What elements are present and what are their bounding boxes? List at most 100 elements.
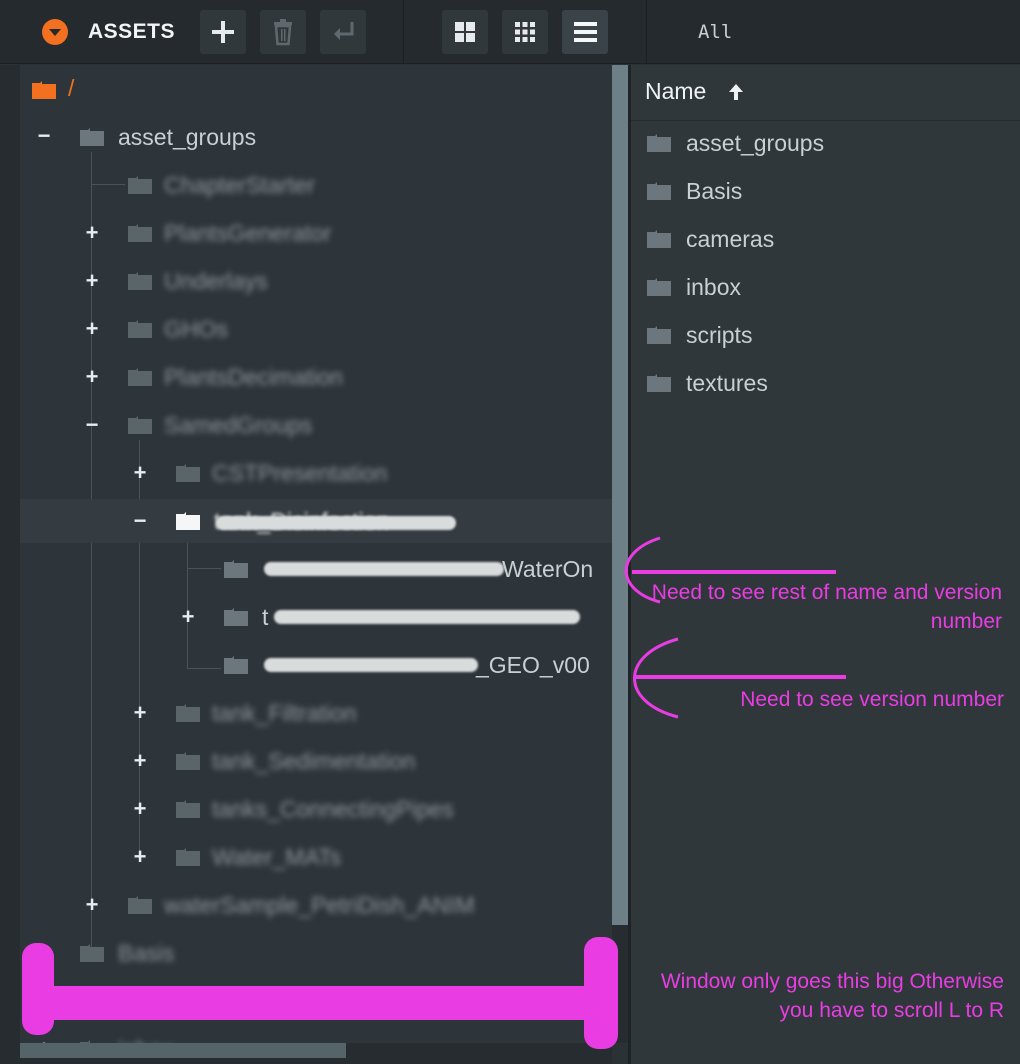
toolbar: ASSETS All xyxy=(0,0,1020,64)
asset-list-panel: Name asset_groups Basis cameras inbox sc… xyxy=(631,65,1020,1064)
list-item-label: cameras xyxy=(686,226,775,252)
list-item[interactable]: asset_groups xyxy=(631,121,1020,165)
redaction-mark xyxy=(264,562,504,576)
tree-node[interactable]: _GEO_v00 xyxy=(20,643,612,687)
list-item-label: inbox xyxy=(686,274,741,300)
tree-node[interactable]: − SamedGroups xyxy=(20,403,612,447)
tree-node[interactable]: + inbox xyxy=(20,1027,612,1043)
tree-node[interactable]: + tank_Sedimentation xyxy=(20,739,612,783)
annotation-note-2: Need to see version number xyxy=(740,688,1004,711)
left-gutter xyxy=(0,65,20,1064)
collapse-icon[interactable]: − xyxy=(36,125,52,147)
folder-icon xyxy=(128,368,152,386)
list-item-label: asset_groups xyxy=(686,130,825,156)
small-grid-view-button[interactable] xyxy=(502,10,548,54)
tree-node-label: Basis xyxy=(118,940,175,966)
tree-node-label: GHOs xyxy=(164,316,228,342)
tree-vertical-scroll-track[interactable] xyxy=(612,925,628,1043)
expand-icon[interactable]: + xyxy=(132,702,148,724)
list-item-label: Basis xyxy=(686,178,743,204)
delete-button[interactable] xyxy=(260,10,306,54)
expand-icon[interactable]: + xyxy=(180,606,196,628)
annotation-note-1: Need to see rest of name and version num… xyxy=(651,581,1002,633)
expand-icon[interactable]: + xyxy=(132,750,148,772)
tree-node[interactable]: + GHOs xyxy=(20,307,612,351)
tree-node[interactable]: WaterOn xyxy=(20,547,612,591)
tree-node-label: tanks_ConnectingPipes xyxy=(212,796,454,822)
name-column-header[interactable]: Name xyxy=(645,78,706,105)
list-item[interactable]: Basis xyxy=(631,169,1020,213)
expand-icon[interactable]: + xyxy=(132,798,148,820)
expand-icon[interactable]: + xyxy=(132,462,148,484)
return-button[interactable] xyxy=(320,10,366,54)
expand-icon[interactable]: + xyxy=(84,366,100,388)
list-view-button[interactable] xyxy=(562,10,608,54)
folder-icon xyxy=(176,464,200,482)
tree-node-label: tank_Filtration xyxy=(212,700,357,726)
tree-node[interactable]: ChapterStarter xyxy=(20,163,612,207)
list-item-label: textures xyxy=(686,370,768,396)
folder-icon xyxy=(176,752,200,770)
tree-node[interactable]: + PlantsDecimation xyxy=(20,355,612,399)
folder-icon xyxy=(128,272,152,290)
expand-icon[interactable]: + xyxy=(84,894,100,916)
redaction-mark xyxy=(216,516,456,530)
tree-node[interactable]: + PlantsGenerator xyxy=(20,211,612,255)
tree-vertical-scrollbar[interactable] xyxy=(612,65,628,925)
add-icon xyxy=(212,21,234,43)
folder-tree: / − asset_groups ChapterStarter + Plants… xyxy=(20,65,612,1043)
tree-node[interactable]: + tanks_ConnectingPipes xyxy=(20,787,612,831)
tree-horizontal-scrollbar[interactable] xyxy=(20,1043,346,1058)
folder-icon xyxy=(176,800,200,818)
folder-icon xyxy=(176,704,200,722)
folder-icon xyxy=(224,656,248,674)
add-button[interactable] xyxy=(200,10,246,54)
large-grid-view-button[interactable] xyxy=(442,10,488,54)
small-grid-icon xyxy=(515,22,535,42)
tree-node[interactable]: Basis xyxy=(20,931,612,975)
expand-icon[interactable]: + xyxy=(84,318,100,340)
folder-icon xyxy=(80,944,104,962)
list-item[interactable]: inbox xyxy=(631,265,1020,309)
tree-node[interactable]: + tank_Filtration xyxy=(20,691,612,735)
folder-icon xyxy=(224,560,248,578)
tree-node-asset-groups[interactable]: − asset_groups xyxy=(20,115,612,159)
tree-node-label: SamedGroups xyxy=(164,412,313,438)
tree-node[interactable]: + Water_MATs xyxy=(20,835,612,879)
list-item[interactable]: textures xyxy=(631,361,1020,405)
folder-icon xyxy=(647,278,671,296)
tree-node-label: inbox xyxy=(118,1035,173,1043)
tree-node-label: Underlays xyxy=(164,268,268,294)
expand-icon[interactable]: + xyxy=(84,270,100,292)
expand-icon[interactable]: + xyxy=(84,222,100,244)
tree-node[interactable]: + CSTPresentation xyxy=(20,451,612,495)
annotation-note-3: Window only goes this big Otherwise you … xyxy=(660,970,1004,1022)
list-item[interactable]: scripts xyxy=(631,313,1020,357)
collapse-icon[interactable]: − xyxy=(84,414,100,436)
filter-all[interactable]: All xyxy=(698,21,732,43)
folder-icon xyxy=(32,81,56,99)
tree-node[interactable]: + waterSample_PetriDish_ANIM xyxy=(20,883,612,927)
assets-menu-dropdown-icon[interactable] xyxy=(42,19,68,45)
collapse-icon[interactable]: − xyxy=(132,510,148,532)
tree-node-selected[interactable]: − tank_Disinfection xyxy=(20,499,612,543)
tree-root[interactable]: / xyxy=(20,67,612,111)
tree-node-label: waterSample_PetriDish_ANIM xyxy=(164,892,475,918)
list-item[interactable]: cameras xyxy=(631,217,1020,261)
tree-node-label: _GEO_v00 xyxy=(476,652,590,678)
panel-title: ASSETS xyxy=(88,20,176,43)
expand-icon[interactable]: + xyxy=(132,846,148,868)
folder-icon xyxy=(647,326,671,344)
folder-icon xyxy=(128,896,152,914)
return-icon xyxy=(334,22,354,40)
tree-node[interactable]: + Underlays xyxy=(20,259,612,303)
tree-node-label: t xyxy=(262,604,269,630)
list-view-icon xyxy=(574,22,597,42)
folder-open-icon xyxy=(176,512,200,530)
folder-icon xyxy=(647,182,671,200)
tree-node[interactable]: + t xyxy=(20,595,612,639)
sort-ascending-icon[interactable] xyxy=(727,82,745,102)
folder-icon xyxy=(80,128,104,146)
folder-icon xyxy=(128,224,152,242)
folder-icon xyxy=(647,230,671,248)
